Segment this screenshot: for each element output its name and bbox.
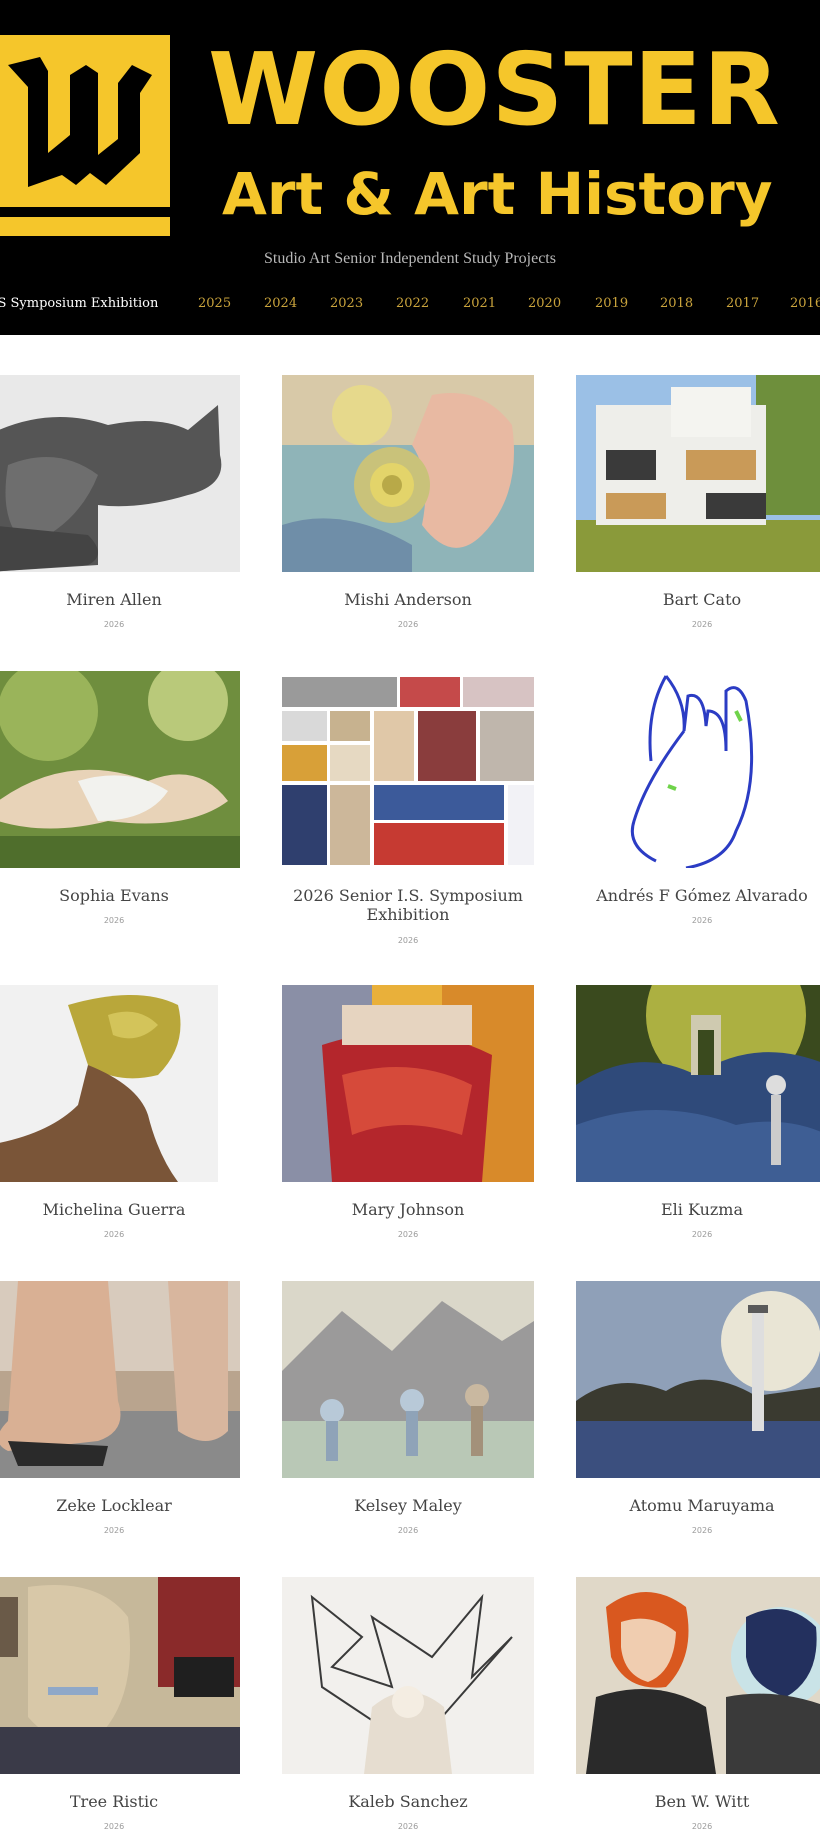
nav-item-2022[interactable]: 2022 [396,296,429,311]
project-name[interactable]: Sophia Evans [0,886,250,905]
nav-item-2018[interactable]: 2018 [660,296,693,311]
project-name[interactable]: Andrés F Gómez Alvarado [566,886,820,905]
project-year: 2026 [397,1230,419,1239]
project-name[interactable]: 2026 Senior I.S. Symposium Exhibition [272,886,544,924]
year-nav: r IS Symposium Exhibition 2025 2024 2023… [0,296,820,316]
project-thumbnail[interactable] [576,1281,820,1478]
project-thumbnail[interactable] [576,671,820,868]
nav-item-2016[interactable]: 2016 [790,296,820,311]
project-year: 2026 [397,620,419,629]
project-name[interactable]: Kelsey Maley [272,1496,544,1515]
nav-item-2021[interactable]: 2021 [463,296,496,311]
project-name[interactable]: Michelina Guerra [0,1200,250,1219]
project-year: 2026 [103,1822,125,1831]
project-thumbnail[interactable] [0,671,240,868]
project-name[interactable]: Zeke Locklear [0,1496,250,1515]
nav-item-2024[interactable]: 2024 [264,296,297,311]
project-year: 2026 [691,1822,713,1831]
nav-item-2023[interactable]: 2023 [330,296,363,311]
project-year: 2026 [397,1526,419,1535]
project-year: 2026 [103,620,125,629]
project-year: 2026 [691,1526,713,1535]
project-year: 2026 [397,936,419,945]
project-thumbnail[interactable] [282,1281,534,1478]
project-name[interactable]: Mishi Anderson [272,590,544,609]
project-thumbnail[interactable] [576,1577,820,1774]
project-thumbnail[interactable] [0,985,240,1182]
nav-item-2017[interactable]: 2017 [726,296,759,311]
project-thumbnail[interactable] [0,375,240,572]
project-name[interactable]: Kaleb Sanchez [272,1792,544,1811]
project-name[interactable]: Tree Ristic [0,1792,250,1811]
project-name[interactable]: Atomu Maruyama [566,1496,820,1515]
project-thumbnail[interactable] [576,375,820,572]
project-thumbnail[interactable] [282,985,534,1182]
project-year: 2026 [103,1230,125,1239]
nav-item-2019[interactable]: 2019 [595,296,628,311]
wooster-wordmark: WOOSTER [208,31,781,148]
project-year: 2026 [691,916,713,925]
project-year: 2026 [397,1822,419,1831]
project-name[interactable]: Mary Johnson [272,1200,544,1219]
department-title: Art & Art History [222,160,773,228]
project-thumbnail[interactable] [576,985,820,1182]
project-thumbnail[interactable] [282,1577,534,1774]
nav-item-symposium[interactable]: r IS Symposium Exhibition [0,296,158,311]
project-thumbnail[interactable] [282,671,534,868]
project-year: 2026 [691,620,713,629]
project-name[interactable]: Bart Cato [566,590,820,609]
project-name[interactable]: Ben W. Witt [566,1792,820,1811]
project-year: 2026 [691,1230,713,1239]
site-tagline: Studio Art Senior Independent Study Proj… [264,250,556,267]
project-thumbnail[interactable] [282,375,534,572]
nav-item-2025[interactable]: 2025 [198,296,231,311]
project-thumbnail[interactable] [0,1577,240,1774]
project-year: 2026 [103,1526,125,1535]
site-header: WOOSTER Art & Art History Studio Art Sen… [0,0,820,335]
nav-item-2020[interactable]: 2020 [528,296,561,311]
gothic-w-logo-icon[interactable] [0,35,170,240]
project-name[interactable]: Miren Allen [0,590,250,609]
project-year: 2026 [103,916,125,925]
project-name[interactable]: Eli Kuzma [566,1200,820,1219]
project-thumbnail[interactable] [0,1281,240,1478]
